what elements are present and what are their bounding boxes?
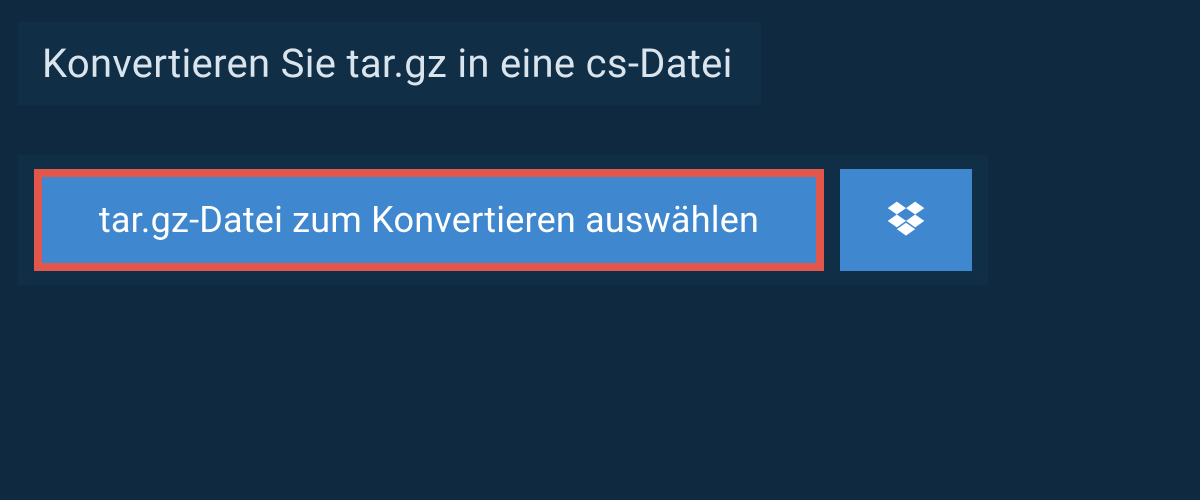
- file-select-row: tar.gz-Datei zum Konvertieren auswählen: [18, 155, 988, 285]
- page-title: Konvertieren Sie tar.gz in eine cs-Datei: [42, 40, 733, 87]
- select-file-label: tar.gz-Datei zum Konvertieren auswählen: [99, 199, 759, 241]
- dropbox-icon: [884, 198, 928, 242]
- select-file-button[interactable]: tar.gz-Datei zum Konvertieren auswählen: [34, 169, 824, 271]
- title-bar: Konvertieren Sie tar.gz in eine cs-Datei: [18, 22, 761, 105]
- dropbox-button[interactable]: [840, 169, 972, 271]
- converter-card: Konvertieren Sie tar.gz in eine cs-Datei: [18, 22, 761, 105]
